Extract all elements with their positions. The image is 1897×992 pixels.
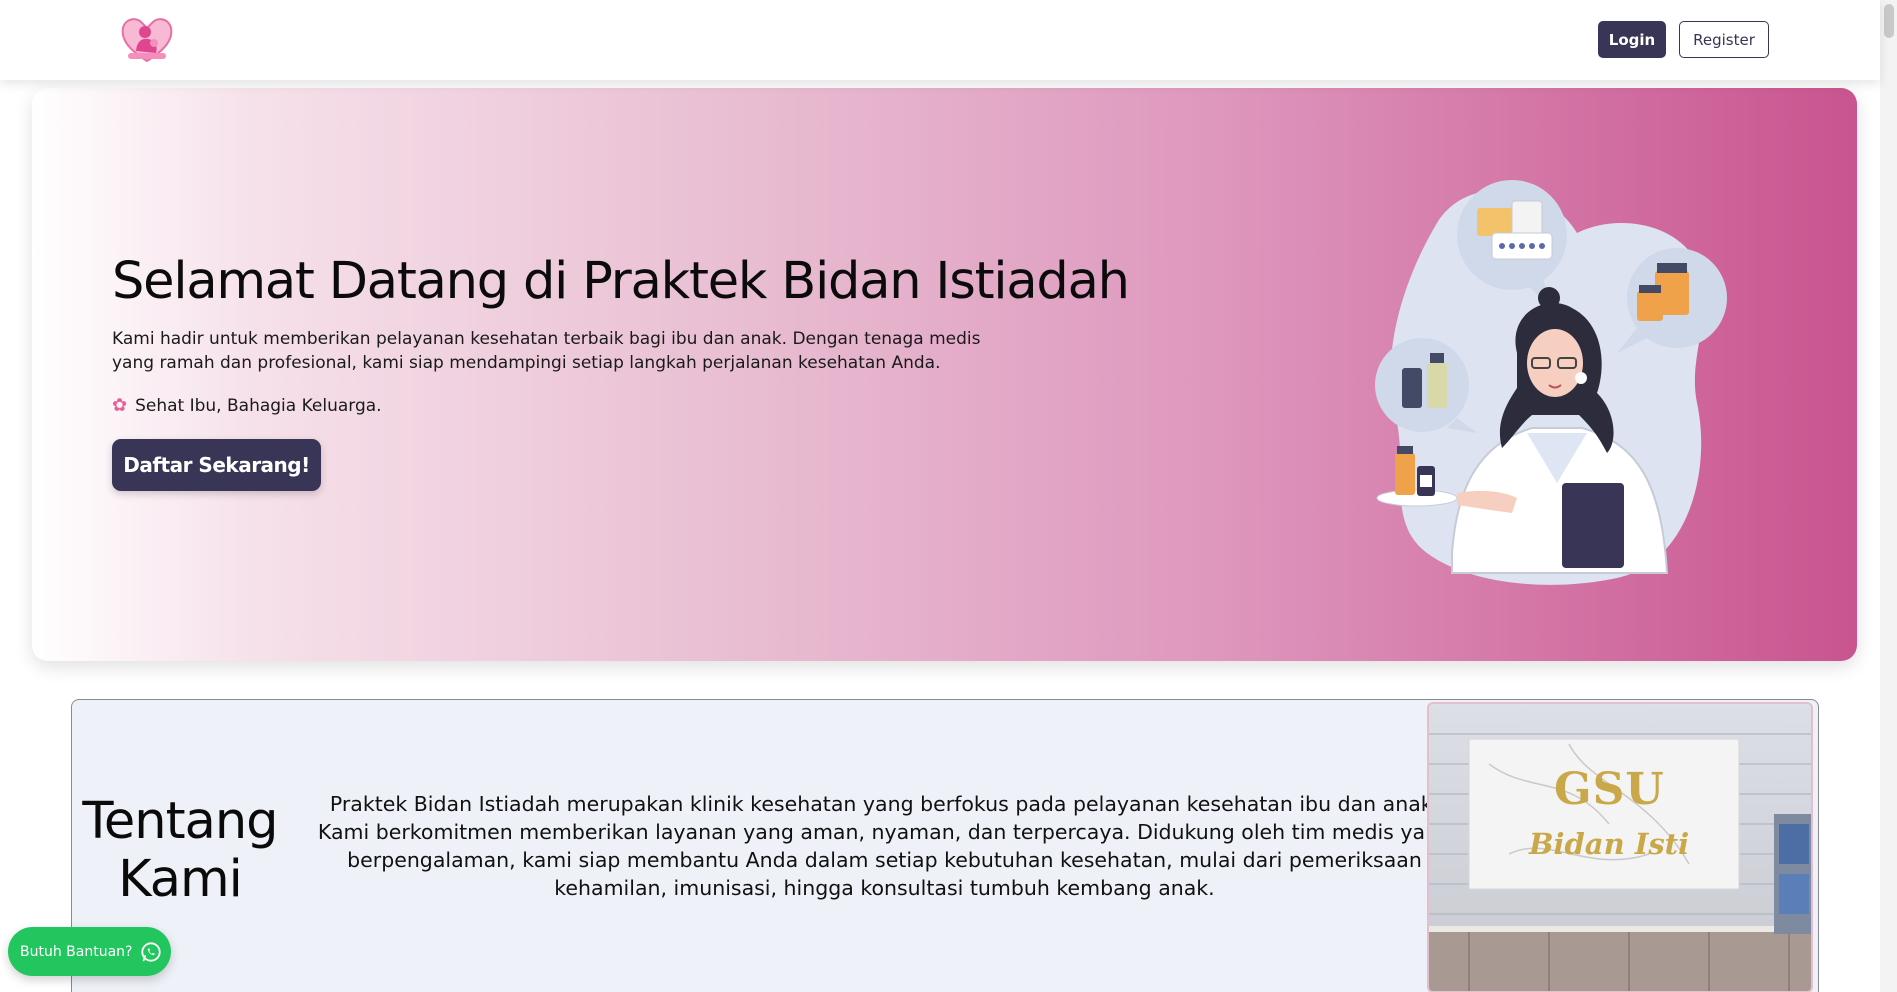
hero-section: Selamat Datang di Praktek Bidan Istiadah… xyxy=(32,88,1857,661)
pharmacist-illustration xyxy=(1317,153,1777,603)
navbar: Login Register xyxy=(0,0,1880,80)
about-section: Tentang Kami Praktek Bidan Istiadah meru… xyxy=(71,699,1819,992)
whatsapp-icon xyxy=(141,941,162,962)
scrollbar-thumb[interactable] xyxy=(1884,4,1894,38)
flower-icon: ✿ xyxy=(112,395,128,416)
about-text: Praktek Bidan Istiadah merupakan klinik … xyxy=(317,792,1452,900)
help-button-label: Butuh Bantuan? xyxy=(20,943,133,960)
hero-title: Selamat Datang di Praktek Bidan Istiadah xyxy=(112,252,1130,311)
clinic-sign-line-2: Bidan Isti xyxy=(1529,827,1690,861)
clinic-sign-photo: GSU Bidan Isti xyxy=(1427,702,1813,992)
clinic-sign-line-1: GSU xyxy=(1554,764,1665,815)
page-scrollbar[interactable] xyxy=(1880,0,1897,992)
register-button[interactable]: Register xyxy=(1679,21,1769,58)
about-title: Tentang Kami xyxy=(82,792,278,909)
hero-tagline-text: Sehat Ibu, Bahagia Keluarga. xyxy=(135,396,382,416)
mother-heart-logo-icon[interactable] xyxy=(118,13,176,65)
hero-description: Kami hadir untuk memberikan pelayanan ke… xyxy=(112,329,981,373)
hero-tagline: ✿ Sehat Ibu, Bahagia Keluarga. xyxy=(112,396,382,416)
login-button[interactable]: Login xyxy=(1598,21,1666,58)
register-now-button[interactable]: Daftar Sekarang! xyxy=(112,439,321,491)
help-whatsapp-button[interactable]: Butuh Bantuan? xyxy=(8,927,171,976)
